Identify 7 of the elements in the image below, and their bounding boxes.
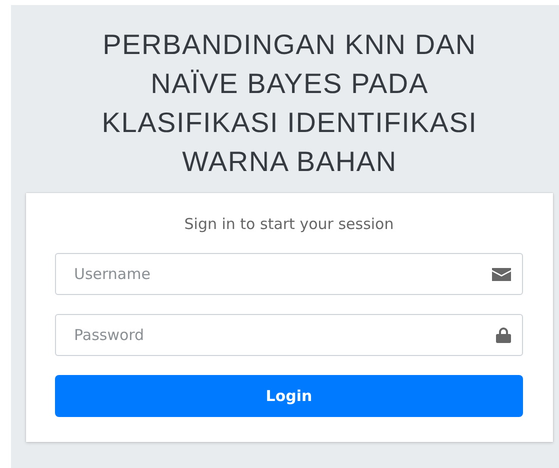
password-field[interactable]: Password bbox=[55, 314, 523, 356]
login-button[interactable]: Login bbox=[55, 375, 523, 417]
page-title: PERBANDINGAN KNN DAN NAÏVE BAYES PADA KLASIFIKASI IDENTIFIKASI WARNA BAHAN bbox=[100, 28, 478, 179]
username-field[interactable]: Username bbox=[55, 253, 523, 295]
lock-icon bbox=[496, 327, 511, 343]
login-message: Sign in to start your session bbox=[183, 215, 395, 233]
envelope-icon bbox=[492, 268, 511, 280]
